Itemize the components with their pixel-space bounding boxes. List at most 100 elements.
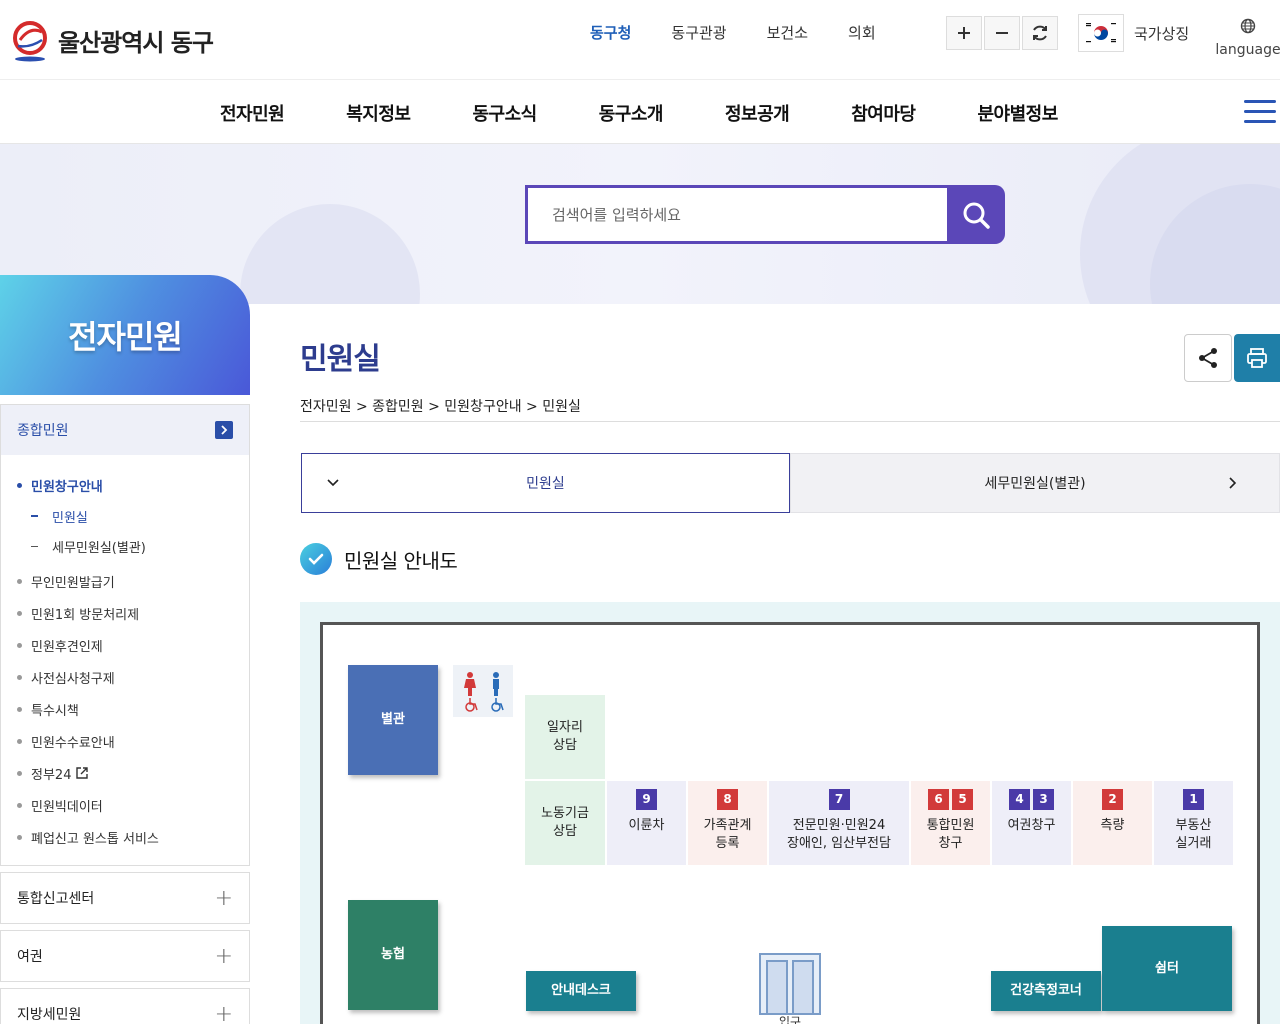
map-restroom <box>453 665 513 717</box>
national-symbol-label: 국가상징 <box>1134 24 1190 43</box>
plus-icon <box>958 27 970 39</box>
gnb-item-information[interactable]: 정보공개 <box>725 100 790 126</box>
sidebar-title-text: 전자민원 <box>68 318 183 356</box>
restroom-icon <box>464 672 504 712</box>
globe-icon <box>1240 18 1256 34</box>
sidebar-group-local-tax[interactable]: 지방세민원 + <box>0 988 250 1024</box>
section-title: 민원실 안내도 <box>344 548 458 573</box>
search-form <box>525 185 1005 244</box>
breadcrumb: 전자민원 > 종합민원 > 민원창구안내 > 민원실 <box>300 396 1280 422</box>
logo-emblem-icon <box>12 18 50 62</box>
gnb-item-news[interactable]: 동구소식 <box>473 100 538 126</box>
sidebar-item-window-guide[interactable]: 민원창구안내 <box>1 469 249 501</box>
sidebar-group-label: 지방세민원 <box>17 1007 82 1023</box>
top-links: 동구청 동구관광 보건소 의회 <box>590 22 916 43</box>
top-link-tourism[interactable]: 동구관광 <box>671 22 726 43</box>
sidebar-group-label: 종합민원 <box>17 423 69 439</box>
sidebar-submenu: 민원창구안내 민원실 세무민원실(별관) 무인민원발급기 민원1회 방문처리제 … <box>1 455 249 865</box>
printer-icon <box>1247 348 1267 368</box>
language-button[interactable]: language <box>1215 18 1280 58</box>
top-header: 울산광역시 동구 동구청 동구관광 보건소 의회 국가상징 language <box>0 0 1280 80</box>
sidebar-group-general: 종합민원 민원창구안내 민원실 세무민원실(별관) 무인민원발급기 민원1회 방… <box>0 404 250 866</box>
map-entrance-label: 입구 <box>778 1014 802 1024</box>
sidebar-title: 전자민원 <box>0 275 250 395</box>
map-window-4-3: 43 여권창구 <box>992 781 1071 865</box>
sidebar-item-guardian[interactable]: 민원후견인제 <box>1 629 249 661</box>
chevron-down-icon <box>327 479 339 487</box>
gnb-item-about[interactable]: 동구소개 <box>599 100 664 126</box>
tab-tax-office[interactable]: 세무민원실(별관) <box>790 453 1280 513</box>
page-title: 민원실 <box>300 342 381 377</box>
zoom-reset-button[interactable] <box>1022 16 1058 50</box>
plus-icon: + <box>214 885 233 911</box>
search-input[interactable] <box>525 185 947 244</box>
search-icon <box>963 202 990 229</box>
floor-map: 별관 일자리 상담 노동기금 상담 9 이륜차 8 가족관계 등록 7 전문민원·민원… <box>320 622 1260 1024</box>
hamburger-menu-icon[interactable] <box>1244 100 1276 124</box>
map-annex: 별관 <box>348 665 438 775</box>
refresh-icon <box>1033 25 1047 41</box>
plus-icon: + <box>214 943 233 969</box>
sidebar-group-passport[interactable]: 여권 + <box>0 930 250 982</box>
gnb-item-participation[interactable]: 참여마당 <box>851 100 916 126</box>
external-link-icon <box>76 767 89 779</box>
sidebar-item-gov24[interactable]: 정부24 <box>1 757 249 789</box>
sidebar-group-label: 여권 <box>17 949 43 965</box>
sidebar-item-kiosk[interactable]: 무인민원발급기 <box>1 565 249 597</box>
gnb-item-field-info[interactable]: 분야별정보 <box>978 100 1059 126</box>
sidebar-item-special-policy[interactable]: 특수시책 <box>1 693 249 725</box>
map-labor-consult: 노동기금 상담 <box>525 781 605 865</box>
plus-icon: + <box>214 1001 233 1024</box>
map-job-consult: 일자리 상담 <box>525 695 605 779</box>
national-symbol-link[interactable]: 국가상징 <box>1078 14 1189 52</box>
sidebar-group-head-general[interactable]: 종합민원 <box>1 405 249 455</box>
top-link-council[interactable]: 의회 <box>848 22 876 43</box>
zoom-in-button[interactable] <box>946 16 982 50</box>
section-heading: 민원실 안내도 <box>300 543 458 575</box>
chevron-right-icon <box>215 421 233 439</box>
sidebar-item-big-data[interactable]: 민원빅데이터 <box>1 789 249 821</box>
floor-map-container: 별관 일자리 상담 노동기금 상담 9 이륜차 8 가족관계 등록 7 전문민원·민원… <box>300 602 1280 1024</box>
map-window-2: 2 측량 <box>1073 781 1152 865</box>
sidebar-item-closure-onestop[interactable]: 폐업신고 원스톱 서비스 <box>1 821 249 853</box>
chevron-right-icon <box>1229 477 1237 489</box>
map-shelter: 쉼터 <box>1102 926 1232 1011</box>
top-link-district-office[interactable]: 동구청 <box>590 22 631 43</box>
share-icon <box>1199 348 1217 368</box>
check-icon <box>300 543 332 575</box>
logo-text: 울산광역시 동구 <box>58 28 214 57</box>
map-info-desk: 안내데스크 <box>526 971 636 1011</box>
map-window-8: 8 가족관계 등록 <box>688 781 767 865</box>
print-button[interactable] <box>1234 334 1280 382</box>
sidebar-menu: 종합민원 민원창구안내 민원실 세무민원실(별관) 무인민원발급기 민원1회 방… <box>0 404 250 1024</box>
tab-civil-office[interactable]: 민원실 <box>301 453 790 513</box>
map-window-7: 7 전문민원·민원24 장애인, 임산부전담 <box>769 781 909 865</box>
content-tabs: 민원실 세무민원실(별관) <box>301 453 1280 513</box>
gnb-item-welfare[interactable]: 복지정보 <box>346 100 411 126</box>
map-entrance <box>759 951 821 1017</box>
door-icon <box>759 953 821 1015</box>
tab-label: 세무민원실(별관) <box>984 476 1086 492</box>
sidebar-group-label: 통합신고센터 <box>17 891 95 907</box>
sidebar-item-pre-review[interactable]: 사전심사청구제 <box>1 661 249 693</box>
zoom-controls <box>946 16 1058 50</box>
sidebar-item-tax-office[interactable]: 세무민원실(별관) <box>1 531 249 561</box>
minus-icon <box>996 32 1008 34</box>
search-button[interactable] <box>947 185 1005 244</box>
zoom-out-button[interactable] <box>984 16 1020 50</box>
map-window-9: 9 이륜차 <box>607 781 686 865</box>
main-navigation: 전자민원 복지정보 동구소식 동구소개 정보공개 참여마당 분야별정보 <box>0 80 1280 144</box>
top-link-health-center[interactable]: 보건소 <box>767 22 808 43</box>
site-logo[interactable]: 울산광역시 동구 <box>12 18 214 62</box>
sidebar-item-civil-office[interactable]: 민원실 <box>1 501 249 531</box>
sidebar-group-report-center[interactable]: 통합신고센터 + <box>0 872 250 924</box>
gnb-item-e-civil[interactable]: 전자민원 <box>220 100 285 126</box>
map-nh-bank: 농협 <box>348 900 438 1010</box>
map-window-1: 1 부동산 실거래 <box>1154 781 1233 865</box>
language-label: language <box>1215 42 1280 58</box>
sidebar-item-one-visit[interactable]: 민원1회 방문처리제 <box>1 597 249 629</box>
share-button[interactable] <box>1184 334 1232 382</box>
map-window-6-5: 65 통합민원 창구 <box>911 781 990 865</box>
sidebar-item-fees[interactable]: 민원수수료안내 <box>1 725 249 757</box>
map-health-corner: 건강측정코너 <box>991 971 1101 1011</box>
